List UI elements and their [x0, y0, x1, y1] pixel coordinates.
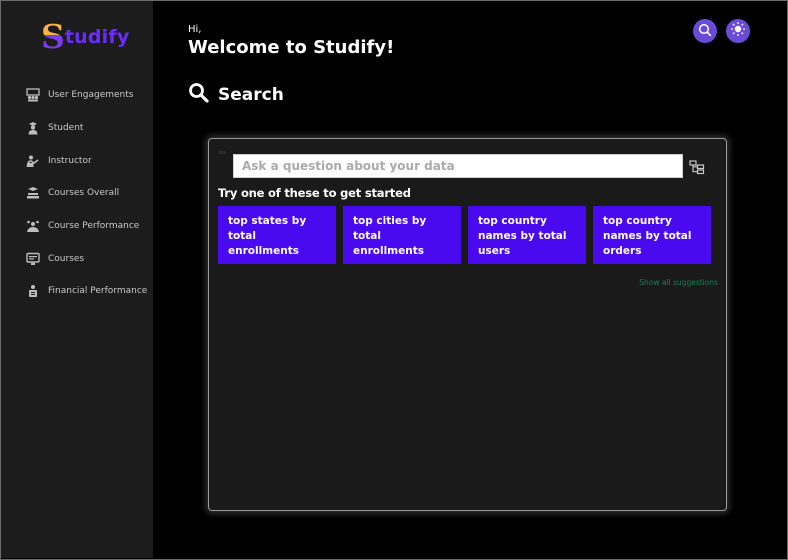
course-performance-icon: [26, 219, 40, 233]
header-search-button[interactable]: [693, 19, 717, 43]
app-logo[interactable]: S tudify: [41, 17, 129, 53]
sidebar-item-label: Student: [48, 123, 84, 134]
search-panel: Try one of these to get started top stat…: [208, 138, 727, 511]
suggestion-card[interactable]: top cities by total enrollments: [343, 206, 461, 264]
page-title: Welcome to Studify!: [188, 37, 395, 58]
logo-text: tudify: [64, 26, 130, 48]
search-heading-icon: [188, 82, 209, 107]
data-sources-icon[interactable]: [689, 159, 705, 175]
sidebar: S tudify User Engagements Student Instru…: [1, 1, 153, 558]
sidebar-item-courses-overall[interactable]: Courses Overall: [1, 177, 153, 210]
suggestion-card[interactable]: top country names by total users: [468, 206, 586, 264]
sidebar-item-student[interactable]: Student: [1, 112, 153, 145]
financial-performance-icon: [26, 284, 40, 298]
show-all-suggestions-link[interactable]: Show all suggestions: [639, 278, 718, 287]
search-input[interactable]: [233, 154, 683, 178]
sidebar-item-course-performance[interactable]: Course Performance: [1, 210, 153, 243]
courses-overall-icon: [26, 186, 40, 200]
sidebar-item-courses[interactable]: Courses: [1, 242, 153, 275]
sun-icon: [730, 21, 746, 41]
search-title: Search: [218, 84, 284, 105]
search-input-row: [209, 154, 726, 180]
sidebar-item-financial-performance[interactable]: Financial Performance: [1, 275, 153, 308]
search-heading: Search: [188, 82, 284, 107]
search-icon: [698, 22, 712, 41]
sidebar-nav: User Engagements Student Instructor Cour…: [1, 79, 153, 308]
courses-icon: [26, 252, 40, 266]
suggestions-label: Try one of these to get started: [218, 186, 411, 200]
user-engagements-icon: [26, 88, 40, 102]
sidebar-item-label: Courses: [48, 253, 85, 264]
sidebar-item-label: Instructor: [48, 155, 92, 166]
greeting: Hi,: [188, 24, 202, 35]
sidebar-item-instructor[interactable]: Instructor: [1, 144, 153, 177]
suggestion-card[interactable]: top states by total enrollments: [218, 206, 336, 264]
student-icon: [26, 121, 40, 135]
suggestion-card[interactable]: top country names by total orders: [593, 206, 711, 264]
instructor-icon: [26, 154, 40, 168]
sidebar-item-label: Financial Performance: [48, 286, 148, 297]
sidebar-item-label: Courses Overall: [48, 188, 120, 199]
logo-initial: S: [41, 17, 65, 56]
sidebar-item-label: Course Performance: [48, 221, 140, 232]
sidebar-item-user-engagements[interactable]: User Engagements: [1, 79, 153, 112]
theme-toggle-button[interactable]: [726, 19, 750, 43]
sidebar-item-label: User Engagements: [48, 90, 134, 101]
